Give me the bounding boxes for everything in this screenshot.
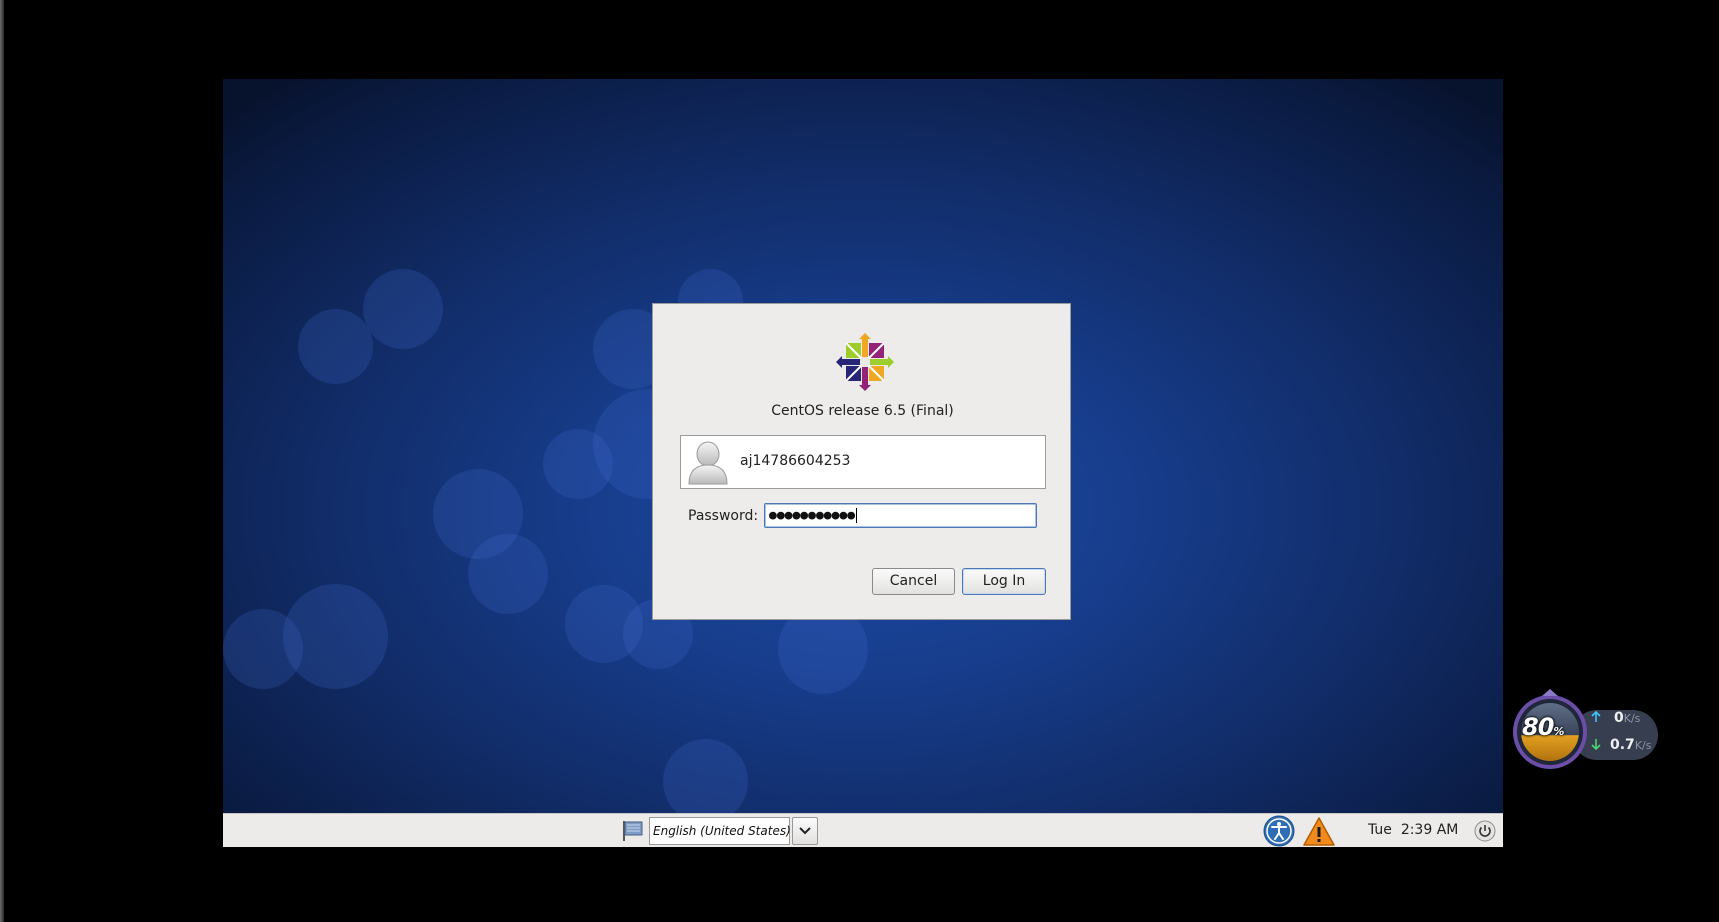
- chevron-down-icon: [799, 827, 811, 835]
- upload-speed-unit: K/s: [1623, 712, 1641, 725]
- window-edge: [0, 0, 4, 922]
- log-in-button[interactable]: Log In: [962, 568, 1046, 595]
- bokeh-circle: [363, 269, 443, 349]
- release-label: CentOS release 6.5 (Final): [771, 403, 954, 419]
- upload-arrow-icon: [1591, 711, 1601, 722]
- download-arrow-icon: [1591, 739, 1601, 750]
- display-frame: CentOS release 6.5 (Final) aj14786604253…: [0, 0, 1719, 922]
- password-label: Password:: [688, 508, 759, 524]
- download-speed-value: 0.7: [1610, 737, 1635, 753]
- password-masked-value: ●●●●●●●●●●●: [769, 508, 856, 523]
- bokeh-circle: [223, 609, 303, 689]
- download-speed-unit: K/s: [1634, 739, 1652, 752]
- bokeh-circle: [468, 534, 548, 614]
- bokeh-circle: [543, 429, 613, 499]
- warning-icon[interactable]: [1302, 816, 1336, 847]
- usage-percent-value: 80: [1522, 713, 1554, 741]
- bokeh-circle: [663, 739, 748, 813]
- download-speed: 0.7K/s: [1610, 737, 1651, 753]
- language-dropdown-button[interactable]: [792, 817, 818, 845]
- power-icon[interactable]: [1474, 820, 1496, 842]
- vm-screen: CentOS release 6.5 (Final) aj14786604253…: [223, 79, 1503, 847]
- user-entry[interactable]: aj14786604253: [680, 435, 1046, 489]
- centos-logo-icon: [836, 333, 894, 391]
- language-selector[interactable]: English (United States): [649, 817, 791, 845]
- username-label: aj14786604253: [740, 453, 851, 469]
- bokeh-circle: [298, 309, 373, 384]
- user-avatar-icon: [688, 441, 728, 485]
- accessibility-icon[interactable]: [1263, 815, 1295, 847]
- usage-percent: 80%: [1522, 713, 1564, 741]
- password-field[interactable]: ●●●●●●●●●●●: [764, 503, 1037, 528]
- percent-symbol: %: [1553, 725, 1564, 738]
- cancel-button[interactable]: Cancel: [872, 568, 955, 595]
- bottom-panel: English (United States) Tue 2:39 AM: [223, 813, 1503, 847]
- clock[interactable]: Tue 2:39 AM: [1368, 822, 1458, 838]
- upload-speed-value: 0: [1614, 710, 1624, 726]
- upload-speed: 0K/s: [1614, 710, 1640, 726]
- login-dialog: CentOS release 6.5 (Final) aj14786604253…: [652, 303, 1071, 620]
- language-flag-icon: [623, 821, 643, 841]
- text-caret: [856, 508, 858, 523]
